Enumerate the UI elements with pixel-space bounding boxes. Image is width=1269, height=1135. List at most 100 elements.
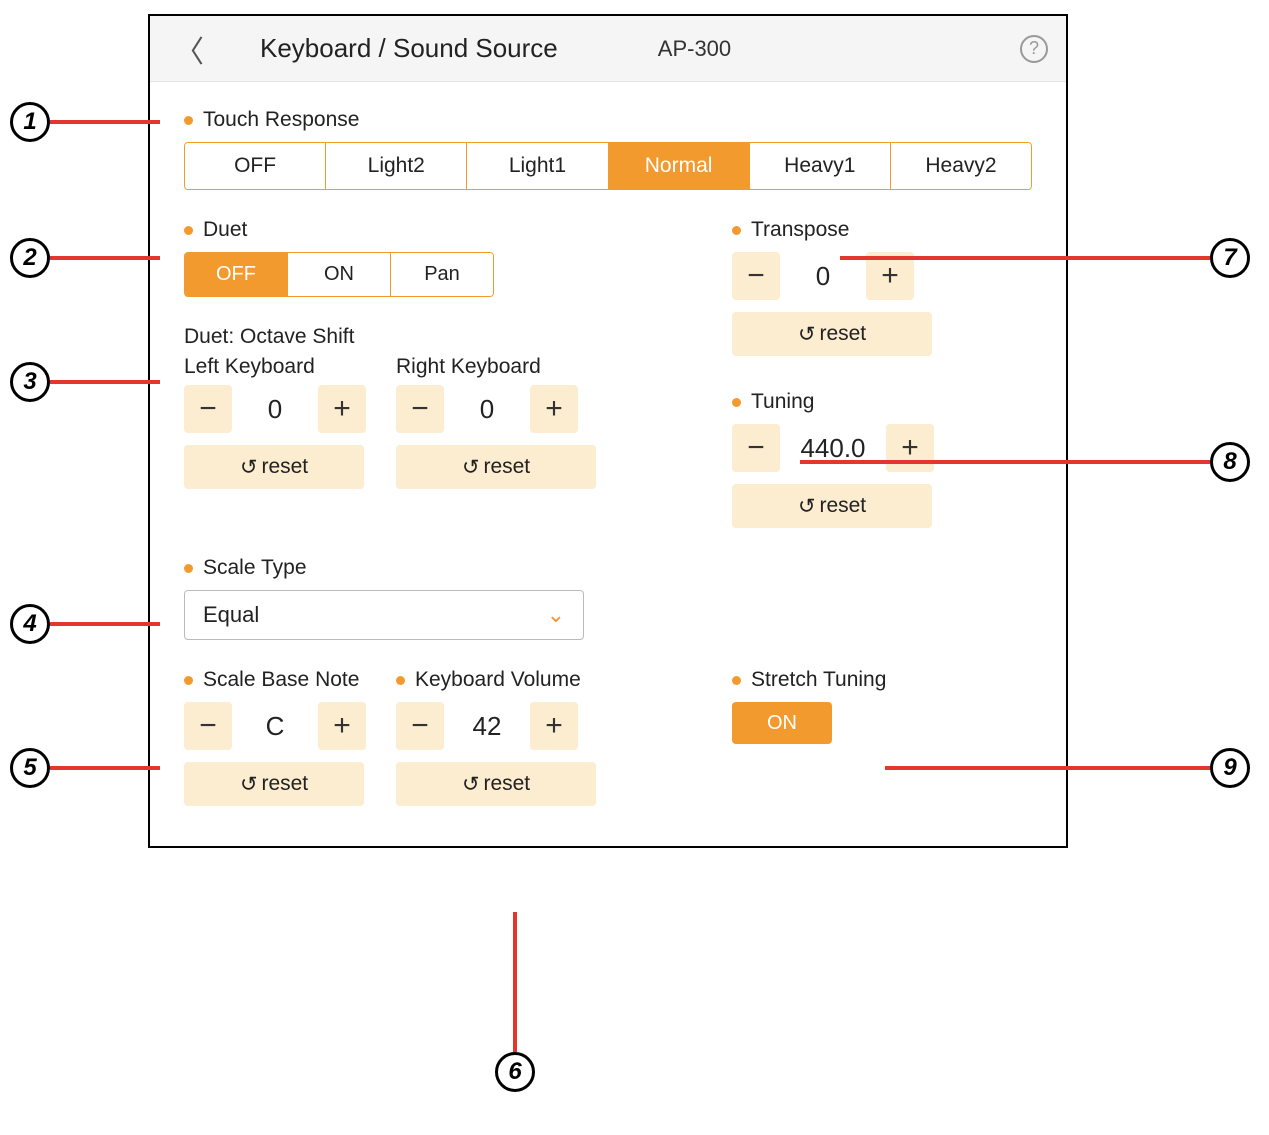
label-text: Duet xyxy=(203,218,247,242)
bullet-icon xyxy=(184,116,193,125)
label-text: Scale Type xyxy=(203,556,307,580)
help-button[interactable]: ? xyxy=(1020,35,1048,63)
tuning-label: Tuning xyxy=(732,390,1032,414)
scale-base-note-section: Scale Base Note − C + ↻ reset xyxy=(184,668,366,806)
callout-9: 9 xyxy=(885,748,1250,788)
bullet-icon xyxy=(184,226,193,235)
minus-button[interactable]: − xyxy=(184,702,232,750)
bullet-icon xyxy=(732,676,741,685)
reset-button[interactable]: ↻ reset xyxy=(184,445,364,489)
touch-response-label: Touch Response xyxy=(184,108,1032,132)
page-title: Keyboard / Sound Source xyxy=(260,33,558,64)
duet-segmented: OFFONPan xyxy=(184,252,494,297)
keyboard-volume-value: 42 xyxy=(452,711,522,742)
duet-option-on[interactable]: ON xyxy=(288,253,391,296)
right-keyboard-value: 0 xyxy=(452,394,522,425)
header-bar: 〈 Keyboard / Sound Source AP-300 ? xyxy=(150,16,1066,82)
label-text: Scale Base Note xyxy=(203,668,359,692)
callout-number: 3 xyxy=(10,362,50,402)
back-button[interactable]: 〈 xyxy=(168,23,210,75)
touch-response-option-heavy2[interactable]: Heavy2 xyxy=(891,143,1031,189)
touch-response-option-light1[interactable]: Light1 xyxy=(467,143,608,189)
label-text: Transpose xyxy=(751,218,849,242)
callout-7: 7 xyxy=(840,238,1250,278)
right-keyboard-block: Right Keyboard − 0 + ↻ reset xyxy=(396,355,596,489)
callout-5: 5 xyxy=(10,748,160,788)
reset-label: reset xyxy=(483,455,530,479)
bullet-icon xyxy=(184,564,193,573)
stretch-tuning-toggle[interactable]: ON xyxy=(732,702,832,744)
scale-type-section: Scale Type Equal ⌄ xyxy=(184,556,1032,640)
reset-button[interactable]: ↻ reset xyxy=(184,762,364,806)
minus-button[interactable]: − xyxy=(396,385,444,433)
scale-type-dropdown[interactable]: Equal ⌄ xyxy=(184,590,584,640)
reset-button[interactable]: ↻ reset xyxy=(732,484,932,528)
minus-button[interactable]: − xyxy=(396,702,444,750)
keyboard-volume-stepper: − 42 + xyxy=(396,702,596,750)
left-keyboard-stepper: − 0 + xyxy=(184,385,366,433)
toggle-value: ON xyxy=(767,712,797,735)
callout-8: 8 xyxy=(800,442,1250,482)
callout-number: 1 xyxy=(10,102,50,142)
callout-1: 1 xyxy=(10,102,160,142)
bullet-icon xyxy=(396,676,405,685)
touch-response-segmented: OFFLight2Light1NormalHeavy1Heavy2 xyxy=(184,142,1032,190)
scale-base-note-label: Scale Base Note xyxy=(184,668,366,692)
reset-icon: ↻ xyxy=(798,494,816,519)
callout-number: 6 xyxy=(495,1052,535,1092)
stretch-tuning-section: Stretch Tuning ON xyxy=(732,668,1032,744)
touch-response-option-normal[interactable]: Normal xyxy=(609,143,750,189)
dropdown-value: Equal xyxy=(203,602,259,628)
duet-option-off[interactable]: OFF xyxy=(185,253,288,296)
label-text: Tuning xyxy=(751,390,814,414)
reset-icon: ↻ xyxy=(462,455,480,480)
reset-label: reset xyxy=(819,494,866,518)
reset-button[interactable]: ↻ reset xyxy=(396,762,596,806)
reset-label: reset xyxy=(483,772,530,796)
plus-button[interactable]: + xyxy=(530,385,578,433)
touch-response-option-off[interactable]: OFF xyxy=(185,143,326,189)
duet-section: Duet OFFONPan xyxy=(184,218,672,297)
right-keyboard-label: Right Keyboard xyxy=(396,355,596,379)
keyboard-volume-section: Keyboard Volume − 42 + ↻ reset xyxy=(396,668,596,806)
reset-icon: ↻ xyxy=(240,772,258,797)
plus-button[interactable]: + xyxy=(318,702,366,750)
right-keyboard-stepper: − 0 + xyxy=(396,385,596,433)
callout-4: 4 xyxy=(10,604,160,644)
touch-response-option-heavy1[interactable]: Heavy1 xyxy=(750,143,891,189)
label-text: Touch Response xyxy=(203,108,359,132)
reset-button[interactable]: ↻ reset xyxy=(396,445,596,489)
device-model: AP-300 xyxy=(658,36,731,62)
reset-button[interactable]: ↻ reset xyxy=(732,312,932,356)
stretch-tuning-label: Stretch Tuning xyxy=(732,668,1032,692)
touch-response-option-light2[interactable]: Light2 xyxy=(326,143,467,189)
touch-response-section: Touch Response OFFLight2Light1NormalHeav… xyxy=(184,108,1032,190)
minus-button[interactable]: − xyxy=(184,385,232,433)
reset-icon: ↻ xyxy=(462,772,480,797)
callout-number: 2 xyxy=(10,238,50,278)
callout-number: 5 xyxy=(10,748,50,788)
callout-number: 9 xyxy=(1210,748,1250,788)
scale-type-label: Scale Type xyxy=(184,556,1032,580)
reset-icon: ↻ xyxy=(798,322,816,347)
bullet-icon xyxy=(184,676,193,685)
keyboard-volume-label: Keyboard Volume xyxy=(396,668,596,692)
reset-label: reset xyxy=(261,772,308,796)
left-keyboard-label: Left Keyboard xyxy=(184,355,366,379)
callout-2: 2 xyxy=(10,238,160,278)
bullet-icon xyxy=(732,226,741,235)
callout-3: 3 xyxy=(10,362,160,402)
minus-button[interactable]: − xyxy=(732,252,780,300)
plus-button[interactable]: + xyxy=(530,702,578,750)
plus-button[interactable]: + xyxy=(318,385,366,433)
left-keyboard-value: 0 xyxy=(240,394,310,425)
duet-option-pan[interactable]: Pan xyxy=(391,253,493,296)
callout-number: 8 xyxy=(1210,442,1250,482)
scale-base-note-value: C xyxy=(240,711,310,742)
scale-base-note-stepper: − C + xyxy=(184,702,366,750)
minus-button[interactable]: − xyxy=(732,424,780,472)
duet-octave-label: Duet: Octave Shift xyxy=(184,325,672,349)
reset-icon: ↻ xyxy=(240,455,258,480)
app-window: 〈 Keyboard / Sound Source AP-300 ? Touch… xyxy=(148,14,1068,848)
label-text: Stretch Tuning xyxy=(751,668,886,692)
